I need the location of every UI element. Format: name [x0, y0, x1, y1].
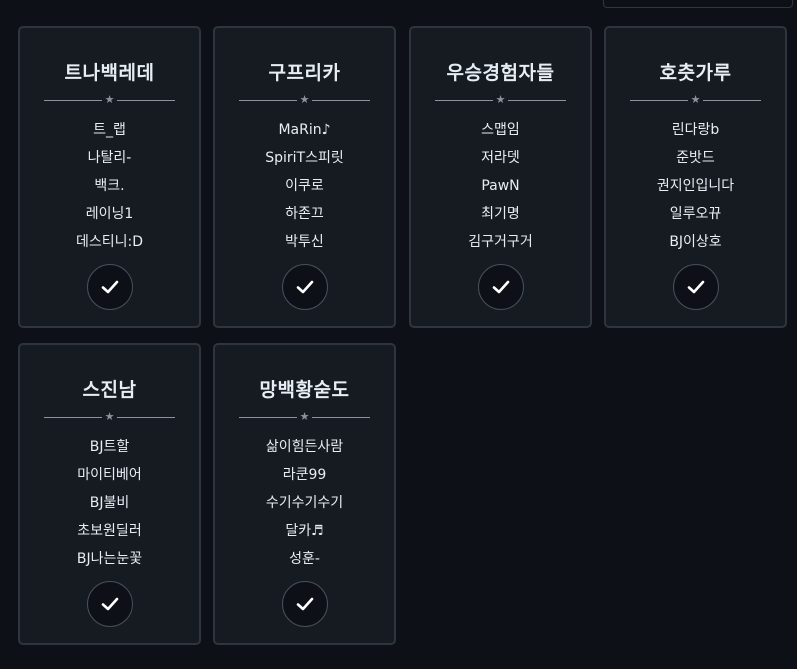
checkmark-icon [296, 597, 313, 611]
member-name: 백크. [94, 178, 125, 194]
divider: ★ [44, 410, 175, 423]
member-name: 박투신 [285, 234, 324, 250]
checkmark-icon [101, 597, 118, 611]
team-card: 트나백레데 ★ 트_랩 나탈리- 백크. 레이닝1 데스티니:D [18, 26, 201, 328]
top-panel-edge [603, 0, 793, 8]
member-name: 레이닝1 [85, 206, 134, 222]
member-name: 저라뎃 [481, 150, 520, 166]
team-card: 구프리카 ★ MaRin♪ SpiriT스피릿 이쿠로 하존끄 박투신 [213, 26, 396, 328]
star-icon: ★ [104, 410, 115, 423]
select-team-button[interactable] [281, 581, 328, 627]
member-list: MaRin♪ SpiriT스피릿 이쿠로 하존끄 박투신 [215, 116, 394, 256]
select-team-button[interactable] [86, 264, 133, 310]
divider: ★ [239, 410, 370, 423]
member-name: 나탈리- [87, 150, 132, 166]
team-card: 망백황숟도 ★ 삶이힘든사람 라쿤99 수기수기수기 달카♬ 성훈- [213, 343, 396, 645]
member-name: 성훈- [289, 551, 320, 567]
team-name: 호츳가루 [659, 62, 732, 84]
member-name: 스맵임 [481, 122, 520, 138]
checkmark-icon [687, 280, 704, 294]
member-name: SpiriT스피릿 [265, 150, 344, 166]
divider: ★ [630, 93, 761, 106]
member-name: BJ나는눈꽃 [76, 551, 143, 567]
member-name: 데스티니:D [75, 234, 144, 250]
select-team-button[interactable] [477, 264, 524, 310]
team-card: 우승경험자들 ★ 스맵임 저라뎃 PawN 최기명 김구거구거 [409, 26, 592, 328]
member-name: 라쿤99 [282, 467, 327, 483]
team-card: 호츳가루 ★ 린다랑b 준밧드 권지인입니다 일루오뀨 BJ이상호 [604, 26, 787, 328]
divider: ★ [239, 93, 370, 106]
member-name: PawN [481, 178, 520, 194]
member-name: 린다랑b [671, 122, 720, 138]
team-card: 스진남 ★ BJ트할 마이티베어 BJ불비 초보원딜러 BJ나는눈꽃 [18, 343, 201, 645]
team-name: 트나백레데 [64, 62, 155, 84]
member-name: 하존끄 [285, 206, 324, 222]
member-name: 삶이힘든사람 [265, 439, 344, 455]
member-list: 스맵임 저라뎃 PawN 최기명 김구거구거 [411, 116, 590, 256]
star-icon: ★ [299, 410, 310, 423]
member-list: 삶이힘든사람 라쿤99 수기수기수기 달카♬ 성훈- [215, 433, 394, 573]
member-name: 준밧드 [676, 150, 715, 166]
member-name: 초보원딜러 [77, 523, 142, 539]
member-list: 린다랑b 준밧드 권지인입니다 일루오뀨 BJ이상호 [606, 116, 785, 256]
member-list: 트_랩 나탈리- 백크. 레이닝1 데스티니:D [20, 116, 199, 256]
member-name: 수기수기수기 [265, 495, 344, 511]
member-name: BJ트할 [89, 439, 130, 455]
select-team-button[interactable] [672, 264, 719, 310]
team-name: 망백황숟도 [259, 379, 350, 401]
star-icon: ★ [299, 93, 310, 106]
member-name: 마이티베어 [77, 467, 142, 483]
divider: ★ [435, 93, 566, 106]
checkmark-icon [492, 280, 509, 294]
member-name: 달카♬ [285, 523, 324, 539]
star-icon: ★ [690, 93, 701, 106]
member-list: BJ트할 마이티베어 BJ불비 초보원딜러 BJ나는눈꽃 [20, 433, 199, 573]
member-name: 김구거구거 [468, 234, 533, 250]
checkmark-icon [101, 280, 118, 294]
star-icon: ★ [104, 93, 115, 106]
team-name: 구프리카 [268, 62, 341, 84]
member-name: 일루오뀨 [669, 206, 722, 222]
member-name: 권지인입니다 [656, 178, 735, 194]
team-name: 스진남 [82, 379, 137, 401]
member-name: 트_랩 [93, 122, 126, 138]
member-name: 최기명 [481, 206, 520, 222]
member-name: MaRin♪ [278, 122, 331, 138]
divider: ★ [44, 93, 175, 106]
member-name: BJ이상호 [669, 234, 722, 250]
select-team-button[interactable] [281, 264, 328, 310]
member-name: 이쿠로 [285, 178, 324, 194]
member-name: BJ불비 [89, 495, 130, 511]
team-name: 우승경험자들 [446, 62, 555, 84]
checkmark-icon [296, 280, 313, 294]
select-team-button[interactable] [86, 581, 133, 627]
star-icon: ★ [495, 93, 506, 106]
